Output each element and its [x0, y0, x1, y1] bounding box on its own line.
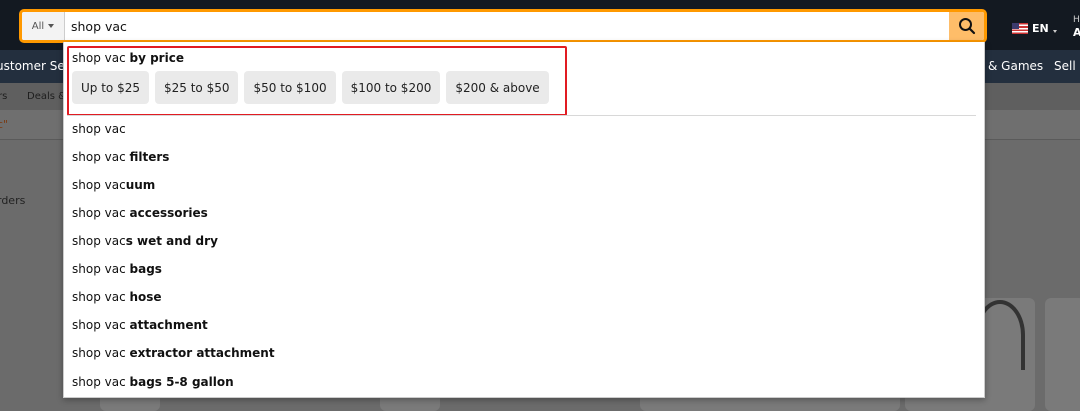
- subnav-item[interactable]: rs: [0, 91, 7, 102]
- nav-item-games[interactable]: & Games: [988, 59, 1043, 73]
- nav-item-sell[interactable]: Sell: [1054, 59, 1076, 73]
- search-button[interactable]: [949, 12, 984, 40]
- suggestion-item[interactable]: shop vac hose: [72, 290, 162, 304]
- suggestion-suffix: extractor attachment: [129, 346, 275, 360]
- account-label[interactable]: A: [1073, 26, 1080, 39]
- price-heading-prefix: shop vac: [72, 51, 130, 65]
- caret-down-icon: [48, 24, 55, 28]
- suggestion-prefix: shop vac: [72, 122, 126, 136]
- suggestion-item[interactable]: shop vac accessories: [72, 206, 208, 220]
- suggestion-item[interactable]: shop vacs wet and dry: [72, 234, 218, 248]
- price-chip-row: Up to $25 $25 to $50 $50 to $100 $100 to…: [72, 71, 549, 104]
- orders-link[interactable]: rders: [0, 194, 25, 207]
- suggestion-suffix: s wet and dry: [125, 234, 218, 248]
- price-chip-50-to-100[interactable]: $50 to $100: [244, 71, 336, 104]
- language-selector[interactable]: EN: [1012, 22, 1057, 35]
- subnav-item-deals[interactable]: Deals &: [27, 91, 66, 102]
- price-chip-100-to-200[interactable]: $100 to $200: [341, 71, 441, 104]
- suggestion-item[interactable]: shop vac: [72, 122, 126, 136]
- category-select-label: All: [31, 20, 45, 32]
- search-input[interactable]: [69, 12, 944, 40]
- suggestion-suffix: attachment: [129, 318, 208, 332]
- price-chip-200-and-above[interactable]: $200 & above: [446, 71, 549, 104]
- results-query-text: c": [0, 118, 9, 131]
- suggestion-item[interactable]: shop vac extractor attachment: [72, 346, 275, 360]
- suggestion-item[interactable]: shop vac attachment: [72, 318, 208, 332]
- suggestion-prefix: shop vac: [72, 206, 130, 220]
- suggestion-prefix: shop vac: [72, 150, 130, 164]
- suggestion-suffix: bags: [129, 262, 162, 276]
- suggestion-item[interactable]: shop vac bags: [72, 262, 162, 276]
- account-greeting[interactable]: H: [1073, 15, 1080, 25]
- divider: [67, 115, 976, 116]
- search-suggestions-dropdown: shop vac by price Up to $25 $25 to $50 $…: [63, 42, 985, 398]
- suggestion-suffix: filters: [129, 150, 170, 164]
- suggestion-prefix: shop vac: [72, 346, 130, 360]
- caret-down-icon: [1052, 29, 1057, 33]
- price-filter-heading: shop vac by price: [72, 51, 184, 65]
- price-heading-suffix: by price: [129, 51, 184, 65]
- suggestion-prefix: shop vac: [72, 178, 126, 192]
- search-icon: [958, 18, 975, 35]
- suggestion-item[interactable]: shop vac bags 5-8 gallon: [72, 375, 234, 389]
- price-chip-up-to-25[interactable]: Up to $25: [72, 71, 149, 104]
- product-image: [1045, 298, 1080, 411]
- suggestion-prefix: shop vac: [72, 290, 130, 304]
- suggestion-item[interactable]: shop vac filters: [72, 150, 169, 164]
- suggestion-prefix: shop vac: [72, 375, 130, 389]
- suggestion-prefix: shop vac: [72, 234, 126, 248]
- category-select[interactable]: All: [22, 12, 65, 40]
- suggestion-item[interactable]: shop vacuum: [72, 178, 155, 192]
- suggestion-suffix: accessories: [129, 206, 208, 220]
- suggestion-suffix: bags 5-8 gallon: [129, 375, 234, 389]
- language-label: EN: [1032, 22, 1049, 35]
- suggestion-prefix: shop vac: [72, 262, 130, 276]
- suggestion-suffix: uum: [125, 178, 156, 192]
- price-chip-25-to-50[interactable]: $25 to $50: [154, 71, 239, 104]
- suggestion-suffix: hose: [129, 290, 162, 304]
- us-flag-icon: [1012, 23, 1028, 34]
- suggestion-prefix: shop vac: [72, 318, 130, 332]
- search-box[interactable]: All: [19, 9, 987, 43]
